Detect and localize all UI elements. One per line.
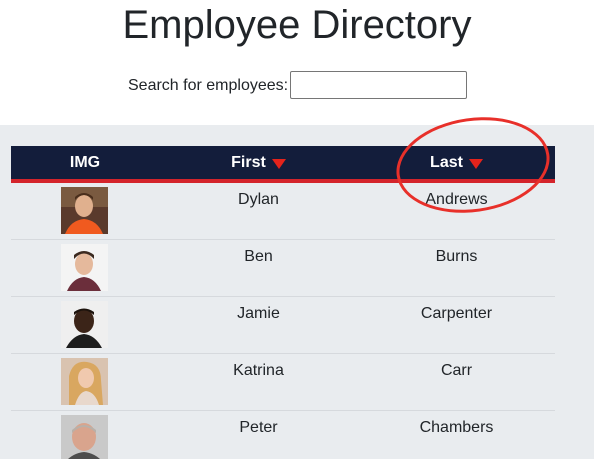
sort-down-icon[interactable] — [271, 158, 286, 169]
column-header-last[interactable]: Last — [358, 146, 555, 179]
table-row: Jamie Carpenter — [11, 297, 555, 354]
table-row: Ben Burns — [11, 240, 555, 297]
cell-first-name: Jamie — [237, 305, 280, 322]
cell-first-name: Ben — [244, 248, 273, 265]
avatar — [61, 415, 108, 459]
search-row: Search for employees: — [0, 71, 594, 101]
column-header-last-label: Last — [430, 154, 463, 171]
cell-last-name: Chambers — [419, 419, 494, 436]
cell-last-name: Andrews — [425, 191, 488, 208]
cell-first-name: Katrina — [233, 362, 284, 379]
table-area: IMG First Last Dylan Andrews Ben Burns J… — [0, 125, 594, 459]
cell-first-name: Dylan — [238, 191, 279, 208]
column-header-img: IMG — [11, 146, 159, 179]
avatar — [61, 187, 108, 234]
page: Employee Directory Search for employees:… — [0, 0, 594, 459]
sort-down-icon[interactable] — [468, 158, 483, 169]
column-header-first[interactable]: First — [159, 146, 358, 179]
page-title: Employee Directory — [122, 3, 472, 47]
column-header-img-label: IMG — [69, 154, 101, 171]
avatar — [61, 358, 108, 405]
cell-last-name: Carr — [440, 362, 473, 379]
avatar — [61, 244, 108, 291]
cell-last-name: Burns — [435, 248, 478, 265]
table-row: Dylan Andrews — [11, 183, 555, 240]
column-header-first-label: First — [231, 154, 266, 171]
table-header: IMG First Last — [11, 146, 555, 183]
cell-last-name: Carpenter — [420, 305, 493, 322]
search-label: Search for employees: — [128, 77, 289, 94]
table-row: Peter Chambers — [11, 411, 555, 459]
table-body: Dylan Andrews Ben Burns Jamie Carpenter … — [11, 183, 555, 459]
avatar — [61, 301, 108, 348]
table-row: Katrina Carr — [11, 354, 555, 411]
search-input[interactable] — [290, 71, 467, 99]
cell-first-name: Peter — [239, 419, 278, 436]
